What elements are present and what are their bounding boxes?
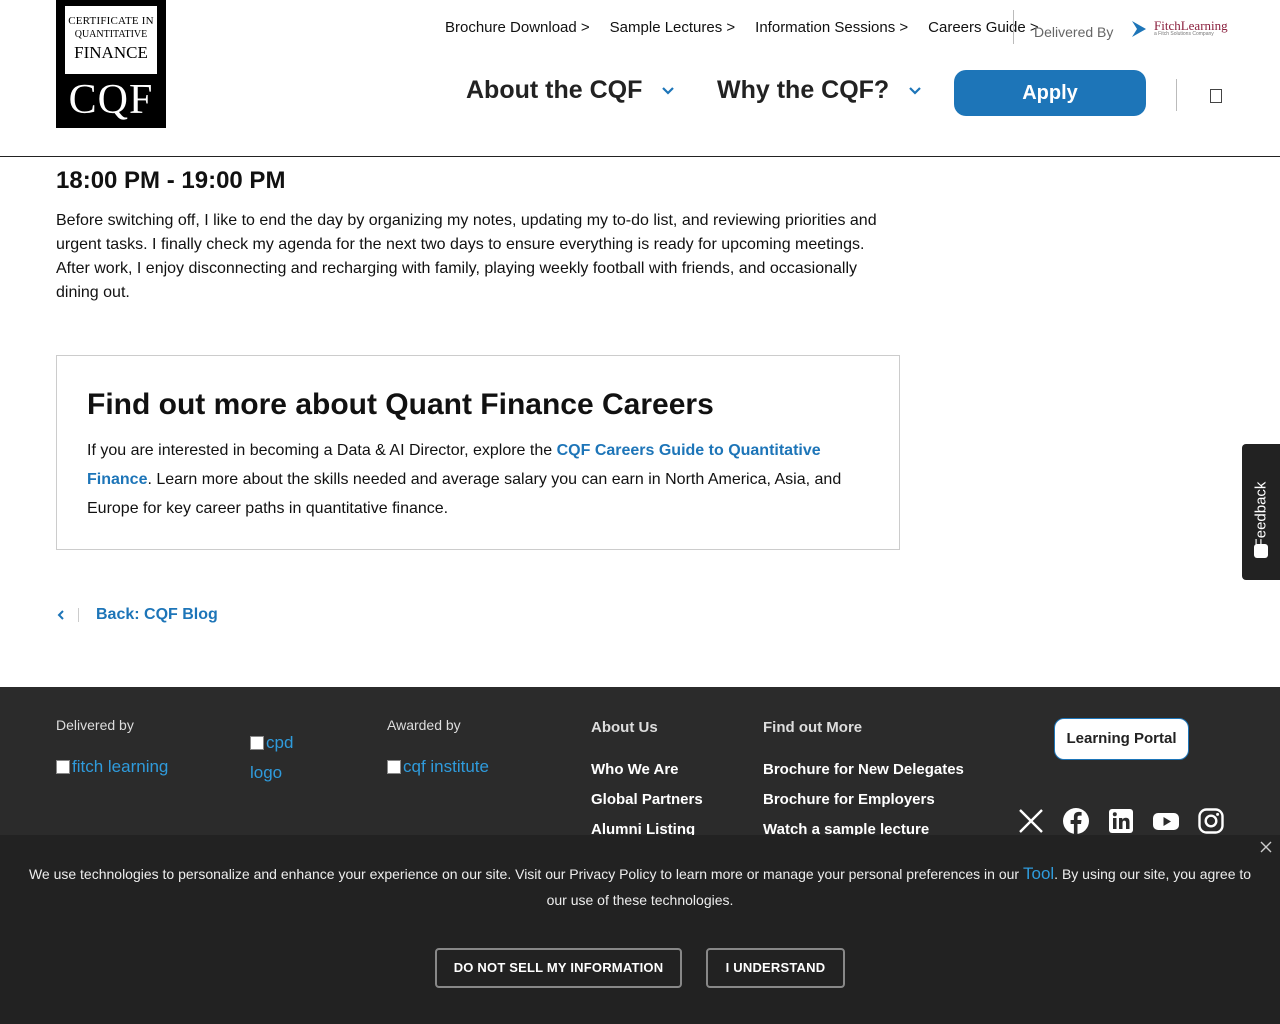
cpd-logo[interactable]: cpd logo <box>250 728 293 788</box>
careers-text-after: . Learn more about the skills needed and… <box>87 471 842 517</box>
fitch-learning-logo[interactable]: FitchLearning a Fitch Solutions Company <box>1130 18 1228 40</box>
back-link-label[interactable]: Back: CQF Blog <box>96 606 218 624</box>
careers-card-text: If you are interested in becoming a Data… <box>87 436 857 523</box>
i-understand-button[interactable]: I UNDERSTAND <box>706 948 845 988</box>
logo-line-1: CERTIFICATE IN <box>68 15 154 27</box>
search-icon[interactable] <box>1210 89 1222 103</box>
nav-divider <box>1176 79 1177 111</box>
footer-about-heading: About Us <box>591 719 658 736</box>
cookie-message-before: We use technologies to personalize and e… <box>28 866 1023 882</box>
fitch-learning-footer-logo[interactable]: fitch learning <box>56 752 168 782</box>
section-time-heading: 18:00 PM - 19:00 PM <box>56 167 286 194</box>
broken-image-icon <box>56 760 70 774</box>
fitch-alt-text: fitch learning <box>72 757 169 776</box>
top-links: Brochure Download > Sample Lectures > In… <box>445 19 1039 36</box>
do-not-sell-button[interactable]: DO NOT SELL MY INFORMATION <box>435 948 682 988</box>
top-link-info-sessions[interactable]: Information Sessions > <box>755 19 908 36</box>
footer-link-who-we-are[interactable]: Who We Are <box>591 761 679 778</box>
logo-line-2: QUANTITATIVE <box>74 29 148 40</box>
top-link-sample-lectures[interactable]: Sample Lectures > <box>610 19 736 36</box>
footer-delivered-by-label: Delivered by <box>56 717 134 733</box>
cqf-logo-badge: CERTIFICATE IN QUANTITATIVE FINANCE <box>65 6 157 74</box>
nav-why-cqf[interactable]: Why the CQF? <box>717 76 889 105</box>
cpd-alt-text-1: cpd <box>266 733 294 752</box>
chevron-left-icon[interactable] <box>56 607 66 623</box>
careers-text-before: If you are interested in becoming a Data… <box>87 442 557 459</box>
youtube-icon[interactable] <box>1152 807 1180 835</box>
feedback-label-wrap: Feedback <box>1242 482 1280 548</box>
footer-link-brochure-employers[interactable]: Brochure for Employers <box>763 791 935 808</box>
logo-mark: CQF <box>68 77 154 123</box>
logo-line-3: FINANCE <box>74 43 148 62</box>
instagram-icon[interactable] <box>1197 807 1225 835</box>
feedback-icon <box>1254 544 1268 558</box>
apply-button[interactable]: Apply <box>954 70 1146 116</box>
back-separator <box>78 608 79 622</box>
footer-link-global-partners[interactable]: Global Partners <box>591 791 703 808</box>
fitch-logo-subtext: a Fitch Solutions Company <box>1154 31 1214 37</box>
fitch-arrow-icon <box>1132 21 1146 37</box>
careers-card-title: Find out more about Quant Finance Career… <box>87 388 714 421</box>
header-divider <box>1013 10 1014 44</box>
cookie-tool-link[interactable]: Tool <box>1023 864 1054 883</box>
learning-portal-button[interactable]: Learning Portal <box>1054 718 1189 760</box>
x-icon[interactable] <box>1017 807 1045 835</box>
nav-about-cqf[interactable]: About the CQF <box>466 76 642 105</box>
cqf-institute-logo[interactable]: cqf institute <box>387 752 489 782</box>
feedback-tab[interactable]: Feedback <box>1242 444 1280 580</box>
broken-image-icon <box>250 736 264 750</box>
site-header: CERTIFICATE IN QUANTITATIVE FINANCE CQF … <box>0 0 1280 157</box>
top-link-brochure[interactable]: Brochure Download > <box>445 19 590 36</box>
top-link-careers-guide[interactable]: Careers Guide > <box>928 19 1038 36</box>
linkedin-icon[interactable] <box>1107 807 1135 835</box>
delivered-by-label: Delivered By <box>1034 24 1114 40</box>
cqf-logo[interactable]: CERTIFICATE IN QUANTITATIVE FINANCE CQF <box>56 0 166 128</box>
footer-awarded-by-label: Awarded by <box>387 717 461 733</box>
chevron-down-icon[interactable] <box>908 84 922 98</box>
article-paragraph: Before switching off, I like to end the … <box>56 212 877 301</box>
facebook-icon[interactable] <box>1062 807 1090 835</box>
cpd-alt-text-2: logo <box>250 763 283 782</box>
careers-card: Find out more about Quant Finance Career… <box>56 355 900 550</box>
footer-link-brochure-delegates[interactable]: Brochure for New Delegates <box>763 761 964 778</box>
cookie-banner: We use technologies to personalize and e… <box>0 835 1280 1024</box>
close-icon[interactable] <box>1259 840 1273 854</box>
broken-image-icon <box>387 760 401 774</box>
chevron-down-icon[interactable] <box>661 84 675 98</box>
feedback-label: Feedback <box>1252 481 1270 548</box>
cqf-institute-alt-text: cqf institute <box>403 757 489 776</box>
cookie-message: We use technologies to personalize and e… <box>20 861 1260 913</box>
footer-find-out-more-heading: Find out More <box>763 719 863 736</box>
